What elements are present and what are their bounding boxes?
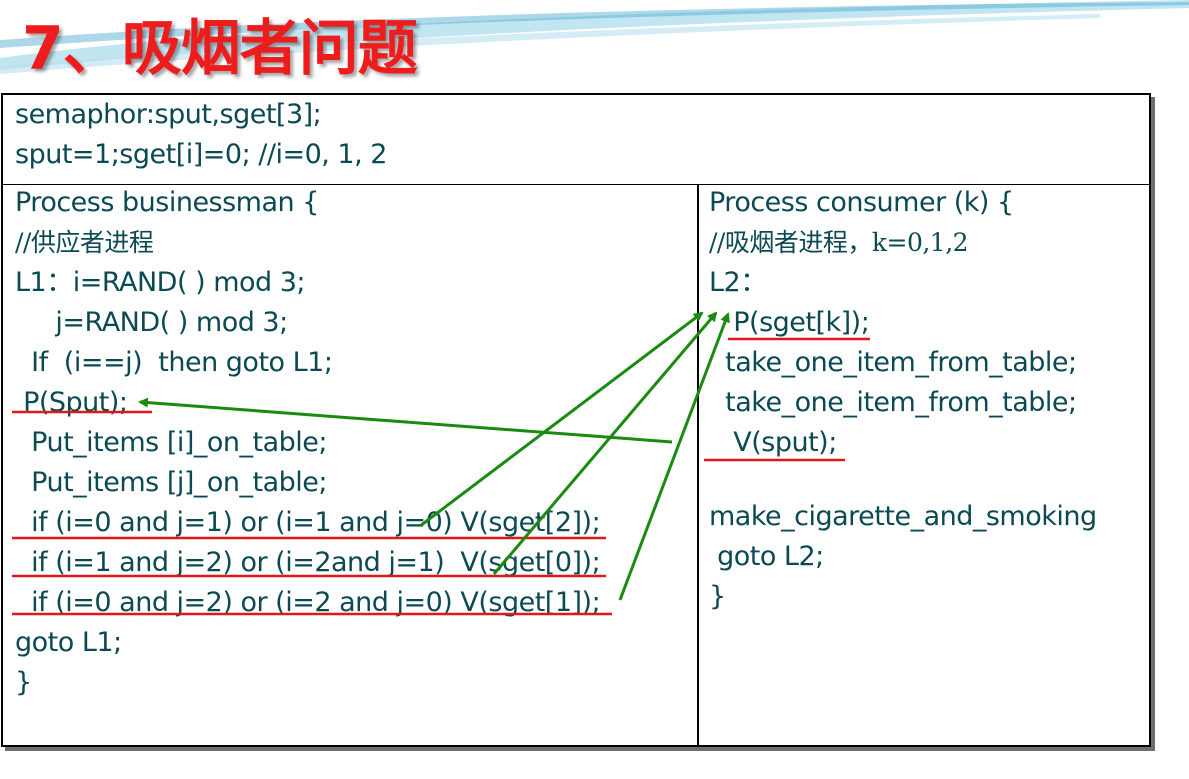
consumer-process-column: Process consumer (k) { //吸烟者进程，k=0,1,2 L… [699,185,1149,745]
code-line-p-sput: P(Sput); [15,387,128,418]
code-line: goto L1; [15,627,122,658]
code-line: Process businessman { [15,187,319,218]
declarations-section: semaphor:sput,sget[3]; sput=1;sget[i]=0;… [3,95,1149,185]
code-comment: //供应者进程 [15,228,154,257]
code-line: goto L2; [709,541,824,572]
code-line: L2： [709,267,767,298]
code-line-v-sget1: if (i=0 and j=2) or (i=2 and j=0) V(sget… [15,587,601,618]
code-line: take_one_item_from_table; [709,347,1077,378]
slide-title: 7、吸烟者问题 [22,14,418,84]
code-line: make_cigarette_and_smoking [709,501,1097,532]
code-table: semaphor:sput,sget[3]; sput=1;sget[i]=0;… [1,93,1151,747]
code-line: } [709,581,726,612]
declaration-line: semaphor:sput,sget[3]; [15,99,322,130]
declaration-line: sput=1;sget[i]=0; //i=0, 1, 2 [15,139,387,170]
code-line: Process consumer (k) { [709,187,1014,218]
code-line-v-sget0: if (i=1 and j=2) or (i=2and j=1) V(sget[… [15,547,601,578]
code-comment: //吸烟者进程，k=0,1,2 [709,228,969,257]
code-line: If (i==j) then goto L1; [15,347,333,378]
businessman-process-column: Process businessman { //供应者进程 L1：i=RAND(… [3,185,699,745]
code-line: take_one_item_from_table; [709,387,1077,418]
code-line-p-sget: P(sget[k]); [709,307,870,338]
code-line: } [15,667,32,698]
code-line: j=RAND( ) mod 3; [15,307,288,338]
code-line: Put_items [i]_on_table; [15,427,328,458]
code-line: L1：i=RAND( ) mod 3; [15,267,306,298]
code-line-v-sput: V(sput); [709,427,837,458]
code-line-v-sget2: if (i=0 and j=1) or (i=1 and j=0) V(sget… [15,507,601,538]
code-line: Put_items [j]_on_table; [15,467,328,498]
